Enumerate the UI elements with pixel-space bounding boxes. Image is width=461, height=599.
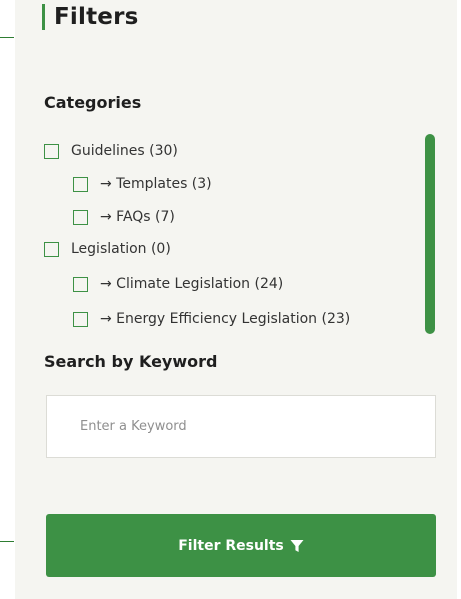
category-checkbox[interactable]	[73, 311, 88, 327]
title-accent-bar	[42, 4, 45, 30]
category-label: → Climate Legislation (24)	[100, 276, 284, 292]
category-label: → Templates (3)	[100, 176, 212, 192]
category-label: → Energy Efficiency Legislation (23)	[100, 311, 351, 327]
keyword-heading: Search by Keyword	[44, 352, 218, 371]
category-list-scrollbar[interactable]	[424, 134, 436, 334]
categories-heading: Categories	[44, 93, 142, 112]
category-checkbox[interactable]	[73, 176, 88, 192]
filter-results-label: Filter Results	[178, 537, 284, 554]
category-label: → FAQs (7)	[100, 209, 175, 225]
filter-results-button[interactable]: Filter Results	[46, 514, 436, 577]
scrollbar-thumb[interactable]	[425, 134, 435, 334]
edge-marker-top	[0, 37, 14, 38]
filters-title-text: Filters	[54, 4, 139, 30]
page: Filters Categories Guidelines (30) → Tem…	[0, 0, 461, 599]
filters-title: Filters	[42, 4, 139, 30]
category-label: Legislation (0)	[71, 241, 171, 257]
category-checkbox[interactable]	[44, 143, 59, 159]
keyword-search-input[interactable]	[46, 395, 436, 458]
category-guidelines[interactable]: Guidelines (30)	[44, 140, 178, 162]
category-checkbox[interactable]	[44, 241, 59, 257]
category-faqs[interactable]: → FAQs (7)	[73, 206, 175, 228]
category-climate-legislation[interactable]: → Climate Legislation (24)	[73, 273, 283, 295]
category-checkbox[interactable]	[73, 276, 88, 292]
category-label: Guidelines (30)	[71, 143, 178, 159]
category-energy-efficiency-legislation[interactable]: → Energy Efficiency Legislation (23)	[73, 308, 350, 330]
category-legislation[interactable]: Legislation (0)	[44, 238, 171, 260]
category-list: Guidelines (30) → Templates (3) → FAQs (…	[44, 134, 424, 334]
funnel-icon	[290, 539, 304, 553]
category-checkbox[interactable]	[73, 209, 88, 225]
category-templates[interactable]: → Templates (3)	[73, 173, 212, 195]
edge-marker-bottom	[0, 541, 14, 542]
